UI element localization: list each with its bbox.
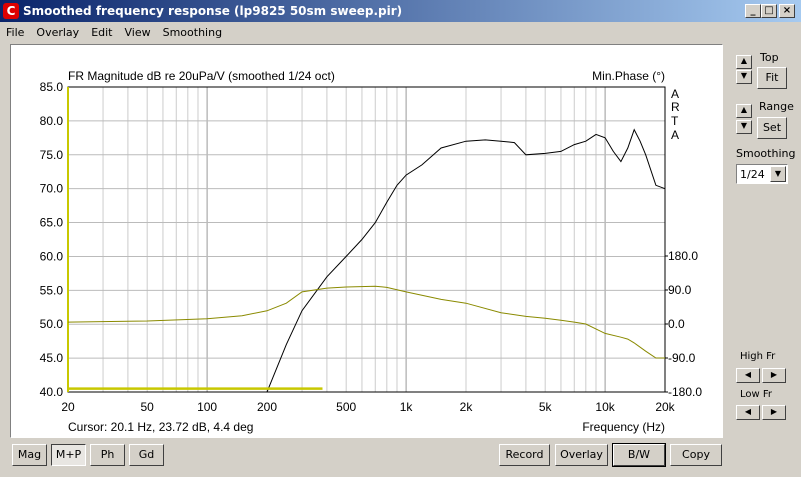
range-down-button[interactable]: ▼ — [736, 120, 752, 134]
minimize-button[interactable]: _ — [745, 4, 761, 18]
maximize-button[interactable]: □ — [761, 4, 777, 18]
high-fr-label: High Fr — [740, 351, 776, 362]
title-bar: C Smoothed frequency response (lp9825 50… — [0, 0, 801, 22]
range-label: Range — [759, 100, 794, 113]
arta-app-icon: C — [3, 3, 19, 19]
mag-phase-button[interactable]: M+P — [51, 444, 86, 466]
menu-view[interactable]: View — [119, 26, 157, 39]
window-title: Smoothed frequency response (lp9825 50sm… — [23, 4, 403, 18]
low-fr-right-button[interactable]: ▶ — [762, 405, 786, 420]
group-delay-button[interactable]: Gd — [129, 444, 164, 466]
low-fr-label: Low Fr — [740, 389, 773, 400]
bw-button[interactable]: B/W — [612, 443, 666, 467]
top-down-button[interactable]: ▼ — [736, 70, 752, 84]
smoothing-select[interactable]: 1/24 ▼ — [736, 164, 788, 184]
record-button[interactable]: Record — [499, 444, 550, 466]
copy-button[interactable]: Copy — [670, 444, 722, 466]
low-fr-left-button[interactable]: ◀ — [736, 405, 760, 420]
top-label: Top — [760, 51, 779, 64]
smoothing-value: 1/24 — [740, 168, 765, 181]
set-button[interactable]: Set — [757, 117, 787, 139]
menu-smoothing[interactable]: Smoothing — [157, 26, 228, 39]
phase-button[interactable]: Ph — [90, 444, 125, 466]
high-fr-left-button[interactable]: ◀ — [736, 368, 760, 383]
smoothing-label: Smoothing — [736, 147, 796, 160]
mag-button[interactable]: Mag — [12, 444, 47, 466]
range-up-button[interactable]: ▲ — [736, 104, 752, 118]
menu-file[interactable]: File — [0, 26, 30, 39]
high-fr-right-button[interactable]: ▶ — [762, 368, 786, 383]
menu-bar: File Overlay Edit View Smoothing — [0, 22, 228, 42]
menu-edit[interactable]: Edit — [85, 26, 118, 39]
fit-button[interactable]: Fit — [757, 67, 787, 89]
chevron-down-icon[interactable]: ▼ — [770, 166, 786, 182]
plot-panel[interactable] — [10, 44, 723, 438]
overlay-button[interactable]: Overlay — [555, 444, 608, 466]
close-button[interactable]: × — [779, 4, 795, 18]
menu-overlay[interactable]: Overlay — [30, 26, 85, 39]
top-up-button[interactable]: ▲ — [736, 55, 752, 69]
